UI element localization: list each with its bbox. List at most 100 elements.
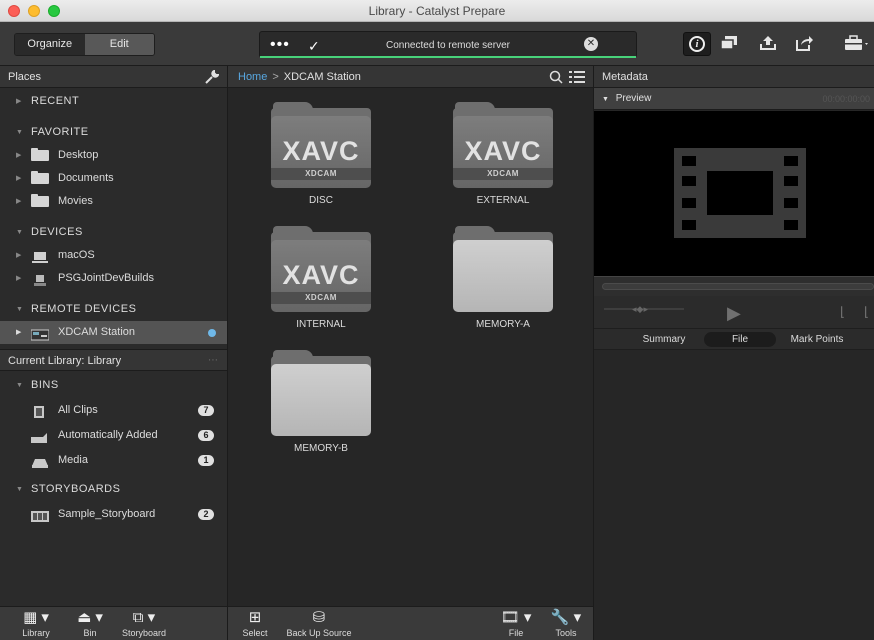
places-item-macos[interactable]: ▶ macOS (0, 244, 227, 267)
folder-name: INTERNAL (296, 319, 346, 330)
current-library-bar[interactable]: Current Library: Library ⋯ (0, 349, 227, 371)
mode-switcher: Organize Edit (14, 33, 155, 56)
disclosure-down-icon[interactable]: ▼ (16, 374, 23, 397)
folder-icon (31, 148, 49, 161)
folder-name: EXTERNAL (476, 195, 530, 206)
item-label: Automatically Added (58, 429, 158, 441)
breadcrumb-home-link[interactable]: Home (238, 71, 267, 83)
storyboard-menu-button[interactable]: ⧉ ▾ Storyboard (118, 609, 170, 639)
count-badge: 1 (198, 455, 214, 466)
edit-mode-button[interactable]: Edit (84, 34, 154, 55)
disclosure-right-icon[interactable]: ▶ (16, 167, 21, 190)
laptop-icon (31, 250, 49, 263)
tab-file[interactable]: File (704, 332, 776, 347)
play-icon[interactable]: ▶ (727, 303, 741, 324)
upload-icon[interactable] (757, 34, 779, 54)
disclosure-right-icon[interactable]: ▶ (16, 144, 21, 167)
section-recent[interactable]: ▶ RECENT (0, 90, 227, 113)
folder-internal[interactable]: XAVC XDCAM INTERNAL (261, 226, 381, 330)
bin-menu-button[interactable]: ⏏ ▾ Bin (72, 609, 108, 639)
status-message: Connected to remote server (386, 40, 510, 51)
transport-controls: ◂◆▸ ▶ ⌊ ⌊ (594, 296, 874, 328)
mark-out-icon[interactable]: ⌊ (864, 304, 869, 320)
disclosure-right-icon[interactable]: ▶ (16, 321, 21, 344)
count-badge: 7 (198, 405, 214, 416)
video-preview[interactable] (594, 111, 874, 276)
film-icon: 🎞 ▾ (500, 609, 532, 626)
storyboard-item-sample[interactable]: Sample_Storyboard 2 (0, 503, 227, 526)
search-icon[interactable] (549, 66, 563, 90)
disclosure-right-icon[interactable]: ▶ (16, 190, 21, 213)
library-icon: ▦ ▾ (23, 609, 49, 626)
organize-mode-button[interactable]: Organize (15, 34, 85, 55)
back-up-source-button[interactable]: ⛁ Back Up Source (284, 609, 354, 639)
grip-icon[interactable]: ⋯ (208, 350, 219, 372)
library-menu-button[interactable]: ▦ ▾ Library (14, 609, 58, 639)
section-label: STORYBOARDS (31, 483, 121, 495)
disclosure-right-icon[interactable]: ▶ (16, 90, 21, 113)
places-item-movies[interactable]: ▶ Movies (0, 190, 227, 213)
xavc-label: XAVC (282, 260, 360, 290)
bin-item-media[interactable]: Media 1 (0, 449, 227, 472)
places-item-xdcam-station[interactable]: ▶ XDCAM Station (0, 321, 227, 344)
tab-summary[interactable]: Summary (634, 332, 694, 347)
places-item-psgjointdevbuilds[interactable]: ▶ PSGJointDevBuilds (0, 267, 227, 290)
xavc-folder-icon: XAVC XDCAM (453, 102, 553, 188)
places-item-desktop[interactable]: ▶ Desktop (0, 144, 227, 167)
disclosure-down-icon[interactable]: ▼ (16, 221, 23, 244)
select-button[interactable]: ⊞ Select (238, 609, 272, 639)
storyboard-button-label: Storyboard (121, 628, 167, 638)
info-icon[interactable]: i (683, 32, 711, 56)
folder-name: DISC (309, 195, 333, 206)
section-bins[interactable]: ▼ BINS (0, 374, 227, 397)
places-panel: Places ▶ RECENT ▼ FAVORITE ▶ Desktop ▶ D… (0, 66, 228, 640)
item-label: Movies (58, 195, 93, 207)
select-button-label: Select (242, 628, 268, 638)
disclosure-down-icon[interactable]: ▼ (602, 96, 609, 103)
places-item-documents[interactable]: ▶ Documents (0, 167, 227, 190)
app-window: Library - Catalyst Prepare Organize Edit… (0, 0, 874, 640)
file-button-label: File (508, 628, 524, 638)
storyboard-add-icon: ⧉ ▾ (132, 609, 156, 626)
mark-in-icon[interactable]: ⌊ (840, 304, 845, 320)
toolbox-icon[interactable] (842, 34, 872, 54)
item-label: Documents (58, 172, 114, 184)
film-placeholder-icon (674, 148, 806, 238)
preview-section-header[interactable]: ▼ Preview 00:00:00:00 (594, 88, 874, 110)
window-title: Library - Catalyst Prepare (368, 4, 506, 18)
section-remote-devices[interactable]: ▼ REMOTE DEVICES (0, 298, 227, 321)
bin-item-automatically-added[interactable]: Automatically Added 6 (0, 424, 227, 447)
disclosure-down-icon[interactable]: ▼ (16, 298, 23, 321)
disclosure-down-icon[interactable]: ▼ (16, 121, 23, 144)
section-favorite[interactable]: ▼ FAVORITE (0, 121, 227, 144)
breadcrumb-separator: > (272, 71, 279, 83)
disclosure-right-icon[interactable]: ▶ (16, 267, 21, 290)
wrench-icon[interactable] (205, 66, 220, 91)
list-view-icon[interactable] (569, 66, 585, 91)
timeline-scrubber[interactable] (594, 276, 874, 296)
shuttle-knob-icon[interactable]: ◂◆▸ (632, 304, 648, 315)
browser-panel: Home > XDCAM Station XAVC XDCAM DISC XAV… (228, 66, 594, 640)
folder-memory-b[interactable]: MEMORY-B (261, 350, 381, 454)
item-label: Desktop (58, 149, 99, 161)
copy-icon[interactable] (718, 34, 740, 54)
scrub-track[interactable] (602, 283, 874, 290)
bin-item-all-clips[interactable]: All Clips 7 (0, 399, 227, 422)
section-storyboards[interactable]: ▼ STORYBOARDS (0, 478, 227, 501)
folder-external[interactable]: XAVC XDCAM EXTERNAL (443, 102, 563, 206)
xavc-label: XAVC (464, 136, 542, 166)
tab-mark-points[interactable]: Mark Points (782, 332, 852, 347)
folder-disc[interactable]: XAVC XDCAM DISC (261, 102, 381, 206)
current-library-label: Current Library: Library (8, 355, 122, 367)
dismiss-status-icon[interactable]: ✕ (584, 37, 598, 51)
xdcam-station-icon (30, 327, 50, 341)
item-label: All Clips (58, 404, 98, 416)
disclosure-down-icon[interactable]: ▼ (16, 478, 23, 501)
wrench-icon: 🔧 ▾ (550, 609, 582, 626)
file-menu-button[interactable]: 🎞 ▾ File (498, 609, 534, 639)
share-icon[interactable] (793, 34, 815, 54)
section-devices[interactable]: ▼ DEVICES (0, 221, 227, 244)
tools-menu-button[interactable]: 🔧 ▾ Tools (548, 609, 584, 639)
folder-memory-a[interactable]: MEMORY-A (443, 226, 563, 330)
disclosure-right-icon[interactable]: ▶ (16, 244, 21, 267)
